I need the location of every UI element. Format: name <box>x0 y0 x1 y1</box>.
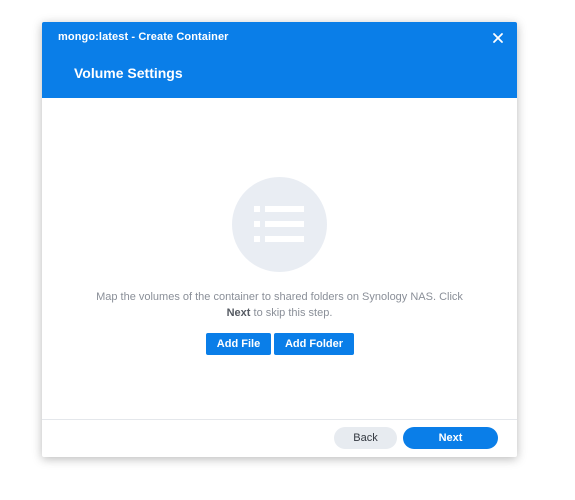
step-title: Volume Settings <box>74 65 183 81</box>
add-file-button[interactable]: Add File <box>206 333 271 355</box>
message-text-end: to skip this step. <box>250 307 333 319</box>
instruction-message: Map the volumes of the container to shar… <box>62 289 497 321</box>
footer-divider <box>42 419 517 420</box>
add-folder-button[interactable]: Add Folder <box>274 333 354 355</box>
create-container-dialog: mongo:latest - Create Container Volume S… <box>42 22 517 457</box>
message-next-emphasis: Next <box>226 307 251 319</box>
dialog-header: mongo:latest - Create Container Volume S… <box>42 22 517 98</box>
window-title: mongo:latest - Create Container <box>58 31 229 43</box>
list-icon <box>232 177 327 272</box>
next-button[interactable]: Next <box>403 427 498 449</box>
back-button[interactable]: Back <box>334 427 397 449</box>
message-text: Map the volumes of the container to shar… <box>96 291 463 303</box>
close-icon[interactable] <box>489 29 507 47</box>
